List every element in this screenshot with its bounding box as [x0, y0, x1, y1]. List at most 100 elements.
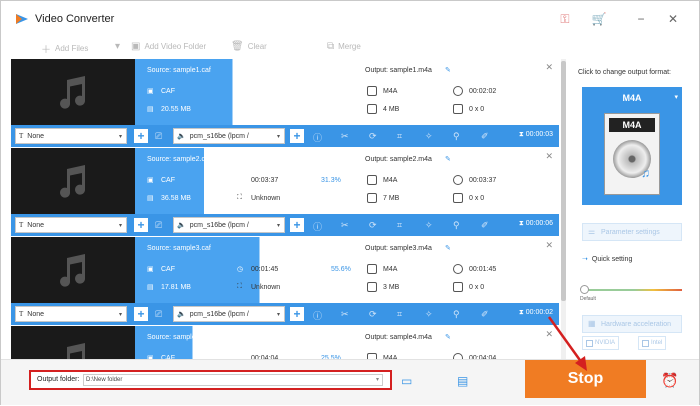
- browse-folder-icon[interactable]: ▭: [401, 374, 412, 388]
- checkbox[interactable]: [586, 339, 593, 347]
- key-icon[interactable]: ⚿: [557, 11, 573, 27]
- output-info-panel: Output: sample3.m4a ✎ M4A 00:01:45 3 MB …: [357, 237, 559, 303]
- format-art-icon: M4A ♫: [604, 113, 660, 195]
- close-window-button[interactable]: ✕: [665, 11, 681, 27]
- format-icon: [367, 264, 377, 274]
- stop-button[interactable]: Stop: [525, 360, 646, 398]
- info-icon[interactable]: ⓘ: [313, 309, 322, 322]
- file-item-row[interactable]: Source: sample3.caf ▣ CAF ◷ 00:01:45 ▤ 1…: [11, 237, 559, 325]
- subtitle-edit-icon[interactable]: ✐: [481, 309, 489, 320]
- subtitle-select[interactable]: T None ▾: [15, 306, 127, 322]
- hdr-icon[interactable]: ⎚: [155, 220, 162, 231]
- watermark-icon[interactable]: ⚲: [453, 220, 460, 231]
- thumbnail[interactable]: [11, 59, 135, 125]
- progress-divider: [321, 239, 322, 301]
- file-icon: ▤: [147, 106, 154, 113]
- crop-icon[interactable]: ⌗: [397, 220, 402, 231]
- watermark-icon[interactable]: ⚲: [453, 131, 460, 142]
- file-item-row[interactable]: Source: sample1.caf ▣ CAF ◷ 00:02:02 ▤ 2…: [11, 59, 559, 147]
- source-duration: 00:01:45: [251, 266, 279, 273]
- edit-pencil-icon[interactable]: ✎: [445, 155, 451, 163]
- merge-button[interactable]: ⧉ Merge: [327, 41, 361, 52]
- open-folder-icon[interactable]: ▤: [457, 374, 468, 388]
- add-subtitle-button[interactable]: +: [133, 217, 149, 233]
- chevron-down-icon: ▾: [276, 312, 280, 318]
- edit-pencil-icon[interactable]: ✎: [445, 244, 451, 252]
- checkbox[interactable]: [642, 339, 649, 347]
- subtitle-select[interactable]: T None ▾: [15, 217, 127, 233]
- remove-item-icon[interactable]: ✕: [545, 329, 553, 340]
- hardware-acceleration-label: Hardware acceleration: [601, 320, 672, 328]
- audio-track-select[interactable]: 🔈 pcm_s16be (lpcm / ▾: [173, 306, 285, 322]
- text-icon: T: [19, 132, 24, 140]
- resolution-icon: [453, 193, 463, 203]
- file-icon: [367, 104, 377, 114]
- scissors-icon[interactable]: ✂: [341, 309, 349, 320]
- hardware-acceleration-button[interactable]: ▦ Hardware acceleration: [582, 315, 682, 333]
- effects-wand-icon[interactable]: ✧: [425, 309, 433, 320]
- add-files-dropdown[interactable]: ▾: [115, 41, 120, 52]
- remove-item-icon[interactable]: ✕: [545, 240, 553, 251]
- rotate-icon[interactable]: ⟳: [369, 220, 377, 231]
- item-control-bar: T None ▾ + ⎚ 🔈 pcm_s16be (lpcm / ▾ + ⓘ ✂…: [11, 214, 559, 236]
- list-scrollbar[interactable]: [561, 59, 566, 359]
- effects-wand-icon[interactable]: ✧: [425, 220, 433, 231]
- resolution-icon: ⛶: [237, 283, 242, 290]
- thumbnail[interactable]: [11, 237, 135, 303]
- output-folder-input[interactable]: D:\New folder ▾: [83, 374, 383, 386]
- thumbnail[interactable]: [11, 148, 135, 214]
- cart-icon[interactable]: 🛒: [591, 11, 607, 27]
- audio-track-select[interactable]: 🔈 pcm_s16be (lpcm / ▾: [173, 128, 285, 144]
- alarm-clock-icon[interactable]: ⏰: [661, 372, 678, 389]
- crop-icon[interactable]: ⌗: [397, 309, 402, 320]
- hdr-icon[interactable]: ⎚: [155, 131, 162, 142]
- subtitle-edit-icon[interactable]: ✐: [481, 131, 489, 142]
- chevron-down-icon: ▾: [118, 134, 122, 140]
- remove-item-icon[interactable]: ✕: [545, 62, 553, 73]
- arrow-right-icon: ➝: [582, 256, 588, 263]
- minimize-button[interactable]: −: [633, 11, 649, 27]
- output-format-label: Click to change output format:: [578, 69, 671, 76]
- quick-setting: ➝ Quick setting: [582, 255, 632, 264]
- edit-pencil-icon[interactable]: ✎: [445, 333, 451, 341]
- edit-pencil-icon[interactable]: ✎: [445, 66, 451, 74]
- quality-slider[interactable]: [586, 289, 682, 291]
- audio-track-select[interactable]: 🔈 pcm_s16be (lpcm / ▾: [173, 217, 285, 233]
- add-video-folder-button[interactable]: ▣ Add Video Folder: [131, 41, 206, 52]
- rotate-icon[interactable]: ⟳: [369, 309, 377, 320]
- hdr-icon[interactable]: ⎚: [155, 309, 162, 320]
- parameter-settings-button[interactable]: ⚌ Parameter settings: [582, 223, 682, 241]
- clear-button[interactable]: 🗑 Clear: [231, 41, 267, 52]
- subtitle-edit-icon[interactable]: ✐: [481, 220, 489, 231]
- remove-item-icon[interactable]: ✕: [545, 151, 553, 162]
- add-audio-button[interactable]: +: [289, 217, 305, 233]
- watermark-icon[interactable]: ⚲: [453, 309, 460, 320]
- add-files-button[interactable]: ＋ Add Files: [41, 41, 88, 56]
- slider-knob[interactable]: [580, 285, 589, 294]
- info-icon[interactable]: ⓘ: [313, 220, 322, 233]
- output-format-selector[interactable]: M4A ▾ M4A ♫: [582, 87, 682, 205]
- output-resolution: 0 x 0: [469, 284, 485, 291]
- effects-wand-icon[interactable]: ✧: [425, 131, 433, 142]
- intel-option[interactable]: Intel: [638, 336, 667, 350]
- scrollbar-thumb[interactable]: [561, 61, 566, 301]
- nvidia-label: NVIDIA: [595, 340, 616, 346]
- rotate-icon[interactable]: ⟳: [369, 131, 377, 142]
- file-item-row[interactable]: Source: sample2.caf ▣ CAF ◷ 00:03:37 ▤ 3…: [11, 148, 559, 236]
- add-audio-button[interactable]: +: [289, 128, 305, 144]
- subtitle-select[interactable]: T None ▾: [15, 128, 127, 144]
- nvidia-option[interactable]: NVIDIA: [582, 336, 620, 350]
- add-audio-button[interactable]: +: [289, 306, 305, 322]
- clock-icon: ◷: [237, 266, 244, 273]
- scissors-icon[interactable]: ✂: [341, 131, 349, 142]
- info-icon[interactable]: ⓘ: [313, 131, 322, 144]
- scissors-icon[interactable]: ✂: [341, 220, 349, 231]
- thumbnail[interactable]: [11, 326, 135, 359]
- crop-icon[interactable]: ⌗: [397, 131, 402, 142]
- add-subtitle-button[interactable]: +: [133, 306, 149, 322]
- add-subtitle-button[interactable]: +: [133, 128, 149, 144]
- progress-percent: 43.7%: [331, 88, 351, 95]
- speaker-icon: 🔈: [177, 222, 186, 229]
- file-item-row[interactable]: Source: sample4.caf ▣ CAF ◷ 00:04:04 ▤ ⛶…: [11, 326, 559, 359]
- progress-percent: 55.6%: [331, 266, 351, 273]
